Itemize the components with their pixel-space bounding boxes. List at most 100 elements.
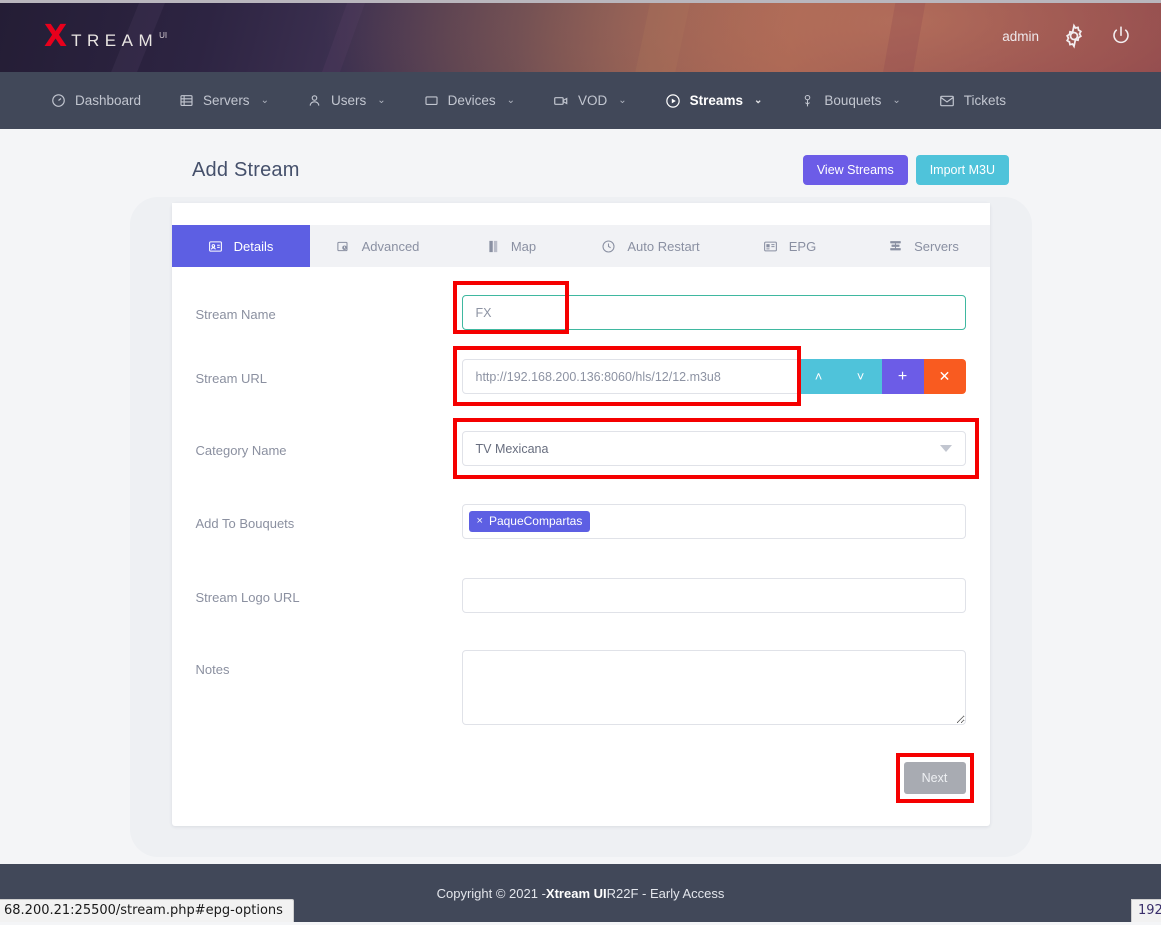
category-name-label: Category Name [196, 431, 462, 458]
bouquets-tag-input[interactable]: × PaqueCompartas [462, 504, 966, 539]
username-label: admin [1002, 29, 1039, 44]
move-up-button[interactable]: ˄ [798, 359, 840, 394]
details-form: Stream Name Stream URL ˄ ˅ + [172, 267, 990, 826]
tab-details[interactable]: Details [172, 225, 310, 267]
card-top-padding [172, 203, 990, 225]
gear-icon[interactable] [1061, 23, 1087, 49]
bouquet-icon [800, 93, 815, 109]
nav-item-servers[interactable]: Servers ⌄ [160, 72, 288, 129]
device-icon [424, 93, 439, 108]
chevron-down-icon: ⌄ [754, 95, 762, 106]
video-icon [553, 93, 569, 109]
nav-item-streams[interactable]: Streams ⌄ [646, 72, 782, 129]
stream-logo-url-input[interactable] [462, 578, 966, 613]
remove-url-button[interactable]: ✕ [924, 359, 966, 394]
stream-name-control [462, 295, 966, 330]
stream-name-input[interactable] [462, 295, 966, 330]
copyright-suffix: R22F - Early Access [607, 886, 725, 901]
stream-name-label: Stream Name [196, 295, 462, 322]
tab-map[interactable]: Map [446, 225, 578, 267]
logo-superscript: UI [159, 31, 167, 40]
tab-label: Map [511, 239, 536, 254]
field-row-stream-name: Stream Name [172, 295, 990, 359]
id-card-icon [208, 239, 223, 254]
form-tabs: Details Advanced [172, 225, 990, 267]
tab-auto-restart[interactable]: Auto Restart [578, 225, 724, 267]
nav-label: Users [331, 93, 366, 108]
envelope-icon [939, 94, 955, 108]
bouquets-control: × PaqueCompartas [462, 504, 966, 539]
page-actions: View Streams Import M3U [803, 155, 1009, 185]
remove-tag-icon[interactable]: × [477, 515, 483, 527]
category-name-value: TV Mexicana [476, 442, 549, 456]
nav-label: Bouquets [824, 93, 881, 108]
nav-label: VOD [578, 93, 607, 108]
advanced-icon [336, 239, 351, 254]
logo-url-label: Stream Logo URL [196, 578, 462, 605]
import-m3u-button[interactable]: Import M3U [916, 155, 1009, 185]
window-top-stripe [0, 0, 1161, 3]
bouquet-tag-label: PaqueCompartas [489, 514, 582, 528]
nav-item-vod[interactable]: VOD ⌄ [534, 72, 646, 129]
notes-control [462, 650, 966, 730]
bouquet-tag[interactable]: × PaqueCompartas [469, 511, 591, 532]
chevron-down-icon: ⌄ [507, 95, 515, 106]
user-icon [307, 93, 322, 108]
nav-item-dashboard[interactable]: Dashboard [32, 72, 160, 129]
field-row-category-name: Category Name TV Mexicana [172, 431, 990, 504]
logo-x-mark: X [44, 22, 67, 52]
servers-icon [888, 239, 903, 254]
stream-url-control: ˄ ˅ + ✕ [462, 359, 966, 394]
app-logo[interactable]: X TREAM UI [44, 22, 167, 52]
form-card-wrapper: Details Advanced [172, 203, 990, 826]
tab-label: EPG [789, 239, 816, 254]
nav-label: Dashboard [75, 93, 141, 108]
browser-status-bar: 68.200.21:25500/stream.php#epg-options [0, 899, 294, 922]
nav-item-tickets[interactable]: Tickets [920, 72, 1025, 129]
tab-servers[interactable]: Servers [856, 225, 992, 267]
notes-label: Notes [196, 650, 462, 677]
play-circle-icon [665, 93, 681, 109]
notes-textarea[interactable] [462, 650, 966, 725]
nav-label: Streams [690, 93, 743, 108]
field-row-bouquets: Add To Bouquets × PaqueCompartas [172, 504, 990, 578]
nav-label: Servers [203, 93, 250, 108]
tab-label: Auto Restart [627, 239, 699, 254]
header-decoration-2 [283, 0, 638, 72]
chevron-down-icon: ⌄ [377, 95, 385, 106]
logo-wordmark: TREAM [71, 31, 158, 51]
tab-advanced[interactable]: Advanced [310, 225, 446, 267]
page-header: Add Stream View Streams Import M3U [0, 129, 1161, 185]
nav-item-users[interactable]: Users ⌄ [288, 72, 405, 129]
nav-label: Tickets [964, 93, 1006, 108]
next-button[interactable]: Next [904, 762, 966, 794]
category-name-select[interactable]: TV Mexicana [462, 431, 966, 466]
copyright-prefix: Copyright © 2021 - [437, 886, 546, 901]
stream-url-input-group: ˄ ˅ + ✕ [462, 359, 966, 394]
bouquets-label: Add To Bouquets [196, 504, 462, 531]
tab-label: Advanced [362, 239, 420, 254]
header-user-area: admin [1002, 0, 1133, 72]
add-url-button[interactable]: + [882, 359, 924, 394]
logo-url-control [462, 578, 966, 613]
epg-icon [763, 239, 778, 254]
field-row-logo-url: Stream Logo URL [172, 578, 990, 650]
tab-label: Servers [914, 239, 959, 254]
chevron-down-icon [940, 445, 952, 452]
field-row-notes: Notes [172, 650, 990, 736]
tab-epg[interactable]: EPG [724, 225, 856, 267]
power-icon[interactable] [1109, 24, 1133, 48]
footer-brand: Xtream UI [546, 886, 607, 901]
dashboard-icon [51, 93, 66, 108]
chevron-down-icon: ⌄ [261, 95, 269, 106]
nav-item-bouquets[interactable]: Bouquets ⌄ [781, 72, 919, 129]
stream-url-input[interactable] [462, 359, 798, 394]
page-body: Add Stream View Streams Import M3U [0, 129, 1161, 922]
field-row-stream-url: Stream URL ˄ ˅ + ✕ [172, 359, 990, 431]
view-streams-button[interactable]: View Streams [803, 155, 908, 185]
corner-tooltip: 192 [1131, 899, 1161, 922]
server-icon [179, 93, 194, 108]
move-down-button[interactable]: ˅ [840, 359, 882, 394]
nav-item-devices[interactable]: Devices ⌄ [405, 72, 534, 129]
map-icon [487, 239, 500, 254]
